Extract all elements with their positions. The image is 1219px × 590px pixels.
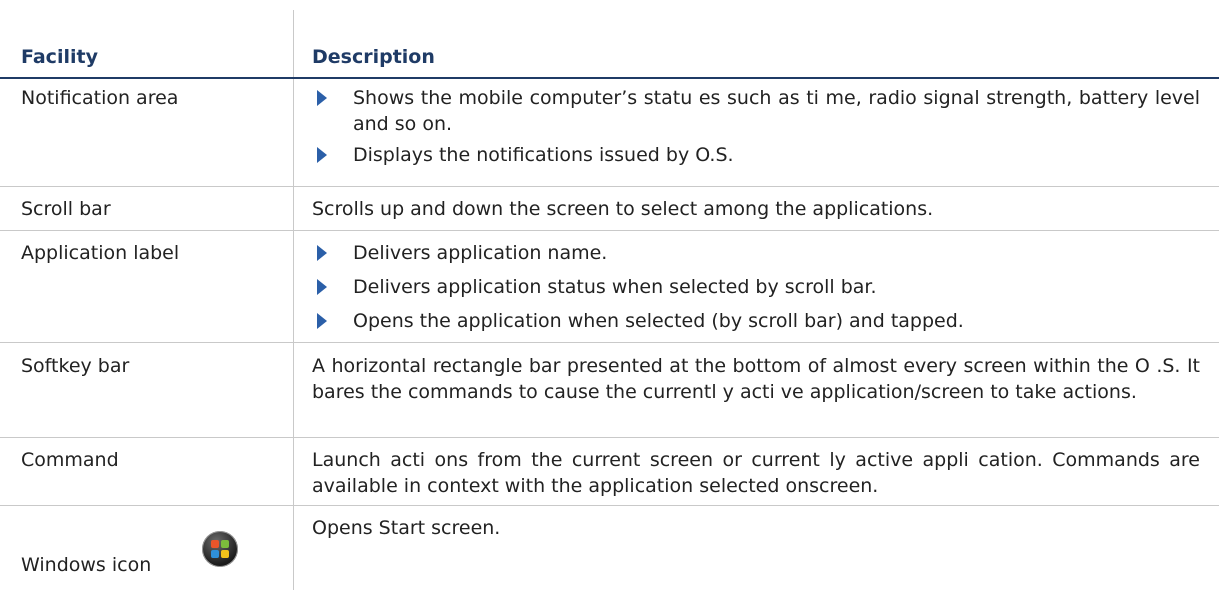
row-divider [0, 186, 1219, 187]
bullet-triangle-icon [317, 279, 327, 295]
row-description: Opens Start screen. [312, 517, 501, 539]
bullet-triangle-icon [317, 313, 327, 329]
row-facility: Scroll bar [21, 198, 111, 220]
windows-start-icon [202, 531, 238, 567]
row-facility: Command [21, 449, 119, 471]
header-rule [0, 77, 1219, 79]
header-facility: Facility [21, 46, 98, 68]
facility-table: Facility Description Notification area S… [0, 0, 1219, 590]
row-description-list: Delivers application name. Delivers appl… [312, 240, 1200, 334]
row-facility: Notification area [21, 87, 179, 109]
list-item: Opens the application when selected (by … [312, 308, 1200, 334]
bullet-triangle-icon [317, 245, 327, 261]
row-description: Launch acti ons from the current screen … [312, 449, 1200, 497]
row-facility: Application label [21, 242, 180, 264]
row-divider [0, 437, 1219, 438]
row-divider [0, 342, 1219, 343]
column-divider [293, 10, 294, 590]
row-facility: Windows icon [21, 554, 152, 576]
row-divider [0, 230, 1219, 231]
row-description: Scrolls up and down the screen to select… [312, 198, 934, 220]
list-item: Delivers application name. [312, 240, 1200, 266]
list-item: Delivers application status when selecte… [312, 274, 1200, 300]
row-divider [0, 505, 1219, 506]
row-facility: Softkey bar [21, 355, 130, 377]
row-description: A horizontal rectangle bar presented at … [312, 355, 1200, 403]
row-description-list: Shows the mobile computer’s statu es suc… [312, 85, 1200, 168]
header-description: Description [312, 46, 435, 68]
list-item: Shows the mobile computer’s statu es suc… [312, 85, 1200, 137]
list-item: Displays the notifications issued by O.S… [312, 142, 1200, 168]
bullet-triangle-icon [317, 147, 327, 163]
bullet-triangle-icon [317, 90, 327, 106]
